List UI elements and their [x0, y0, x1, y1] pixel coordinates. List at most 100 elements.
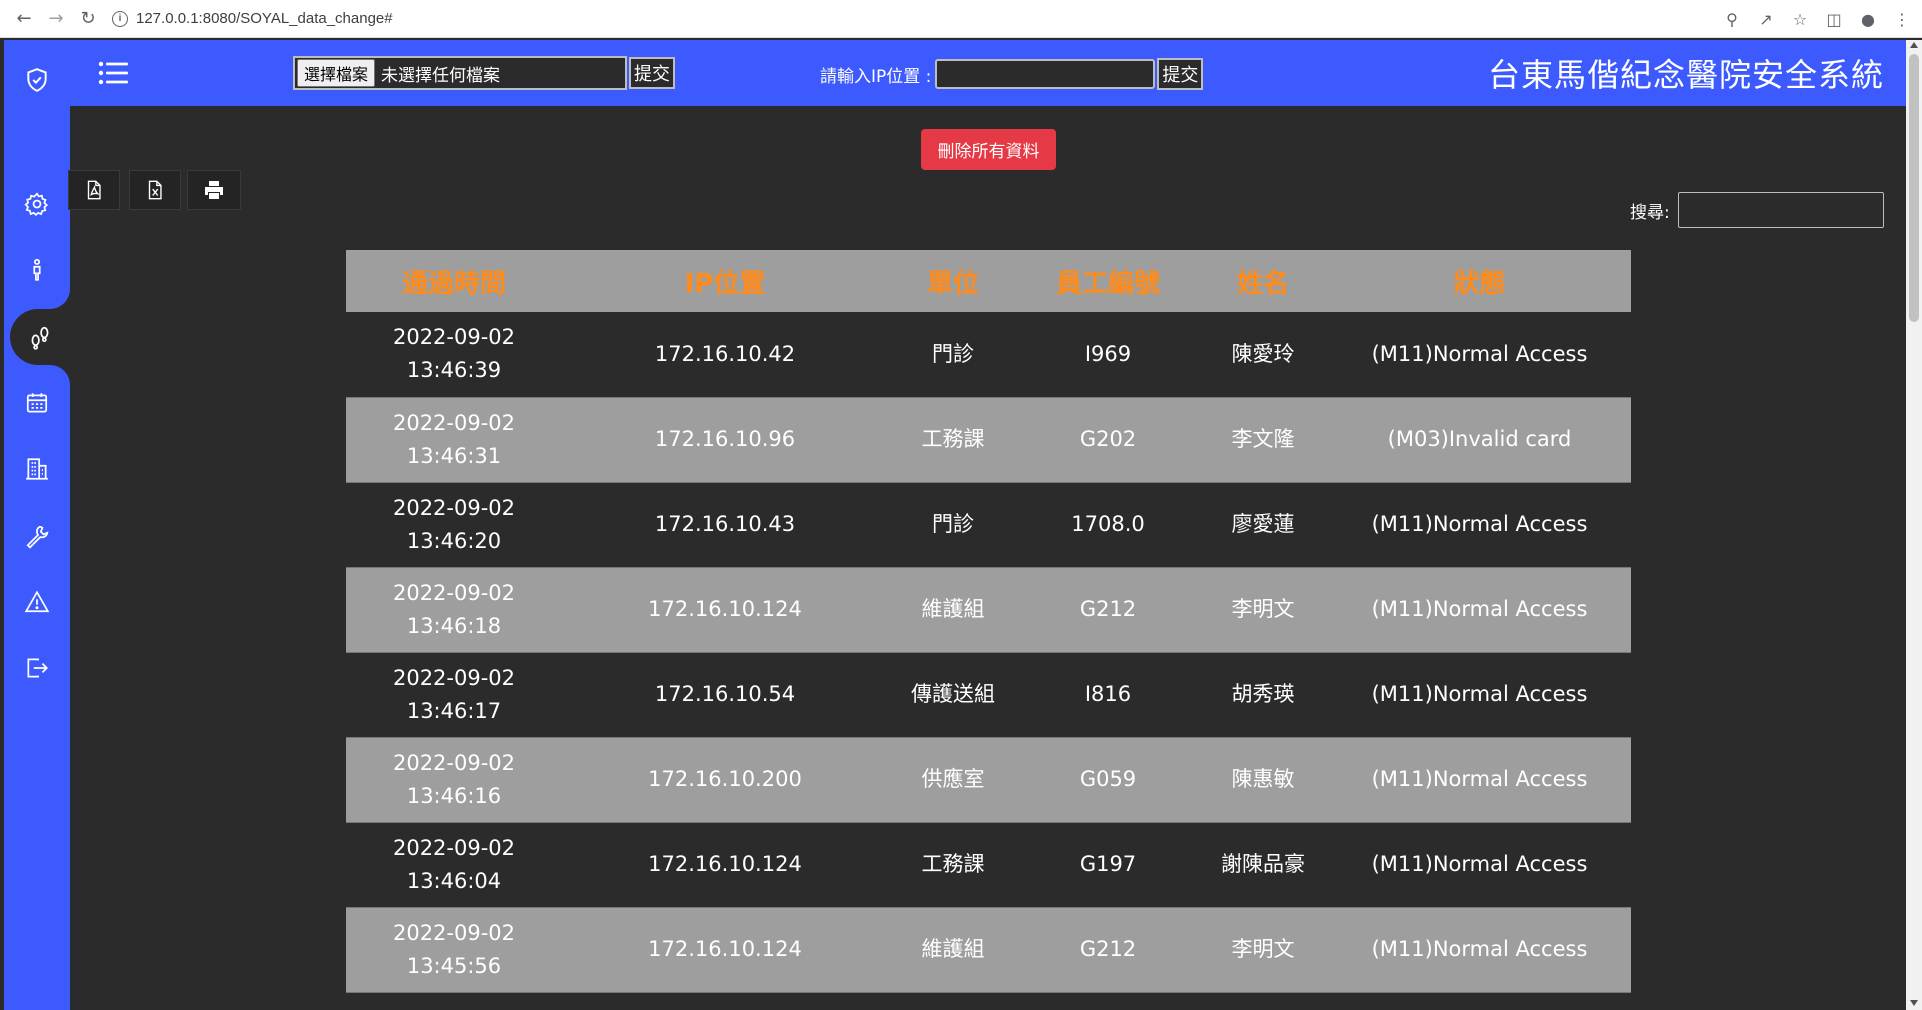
url-text[interactable]: 127.0.0.1:8080/SOYAL_data_change# — [136, 10, 393, 27]
cell-date: 2022-09-02 — [392, 325, 516, 350]
ip-input[interactable] — [935, 59, 1156, 89]
cell-name: 謝陳品豪 — [1198, 822, 1328, 908]
cell-name: 李明文 — [1198, 567, 1328, 653]
ip-submit-button[interactable]: 提交 — [1157, 58, 1204, 90]
table-row: 2022-09-02 13:46:18 172.16.10.124 維護組 G212 李明… — [346, 567, 1631, 653]
profile-avatar-icon[interactable]: ● — [1856, 5, 1880, 33]
cell-unit: 工務課 — [888, 822, 1018, 908]
cell-status: (M03)Invalid card — [1328, 397, 1631, 483]
cell-clock: 13:46:16 — [406, 783, 502, 808]
warning-icon[interactable] — [4, 574, 70, 630]
access-log-table: 通過時間 IP位置 單位 員工編號 姓名 狀態 2022-09-02 13:46:… — [346, 250, 1631, 993]
address-bar[interactable]: i 127.0.0.1:8080/SOYAL_data_change# — [112, 5, 393, 33]
page-scrollbar[interactable] — [1906, 40, 1922, 1010]
kebab-menu-icon[interactable]: ⋮ — [1890, 5, 1914, 33]
table-row: 2022-09-02 13:46:39 172.16.10.42 門診 I969 陳愛玲(… — [346, 312, 1631, 398]
cell-unit: 工務課 — [888, 397, 1018, 483]
search-label: 搜尋: — [1630, 203, 1670, 223]
cell-employee-id: I816 — [1018, 652, 1198, 738]
search-input[interactable] — [1678, 192, 1884, 228]
delete-all-button[interactable]: 刪除所有資料 — [921, 129, 1056, 170]
scroll-down-arrow-icon[interactable] — [1910, 1000, 1918, 1006]
building-icon[interactable] — [4, 441, 70, 497]
cell-ip: 172.16.10.42 — [562, 312, 888, 398]
cell-employee-id: G212 — [1018, 907, 1198, 993]
scroll-up-arrow-icon[interactable] — [1910, 42, 1918, 48]
cell-unit: 維護組 — [888, 907, 1018, 993]
cell-name: 李明文 — [1198, 907, 1328, 993]
cell-clock: 13:45:56 — [406, 953, 502, 978]
file-input[interactable]: 選擇檔案 未選擇任何檔案 — [293, 56, 627, 90]
cell-clock: 13:46:31 — [406, 443, 502, 468]
table-row: 2022-09-02 13:46:17 172.16.10.54 傳護送組 I816 胡秀… — [346, 652, 1631, 738]
cell-ip: 172.16.10.43 — [562, 482, 888, 568]
browser-toolbar: ← → ↻ i 127.0.0.1:8080/SOYAL_data_change… — [0, 0, 1922, 38]
forward-arrow-icon[interactable]: → — [42, 5, 70, 33]
ip-label: 請輸入IP位置 : — [820, 66, 932, 87]
print-icon[interactable] — [187, 170, 241, 210]
header-unit[interactable]: 單位 — [888, 250, 1018, 312]
table-body: 2022-09-02 13:46:39 172.16.10.42 門診 I969 陳愛玲(… — [346, 312, 1631, 993]
cell-employee-id: G197 — [1018, 822, 1198, 908]
file-status-text: 未選擇任何檔案 — [381, 65, 501, 86]
cell-date: 2022-09-02 — [392, 410, 516, 435]
site-info-icon[interactable]: i — [112, 10, 128, 27]
table-row: 2022-09-02 13:45:56 172.16.10.124 維護組 G212 李明… — [346, 907, 1631, 993]
star-icon[interactable]: ☆ — [1788, 5, 1812, 33]
cell-clock: 13:46:04 — [406, 868, 502, 893]
table-header-row: 通過時間 IP位置 單位 員工編號 姓名 狀態 — [346, 250, 1631, 312]
cell-name: 廖愛蓮 — [1198, 482, 1328, 568]
cell-unit: 門診 — [888, 482, 1018, 568]
cell-employee-id: I969 — [1018, 312, 1198, 398]
cell-ip: 172.16.10.124 — [562, 822, 888, 908]
cell-clock: 13:46:20 — [406, 528, 502, 553]
cell-name: 李文隆 — [1198, 397, 1328, 483]
file-upload-form: 選擇檔案 未選擇任何檔案 提交 — [293, 56, 675, 90]
cell-status: (M11)Normal Access — [1328, 822, 1631, 908]
calendar-icon[interactable] — [4, 375, 70, 431]
file-submit-button[interactable]: 提交 — [629, 57, 675, 89]
cell-ip: 172.16.10.200 — [562, 737, 888, 823]
header-name[interactable]: 姓名 — [1198, 250, 1328, 312]
zoom-icon[interactable]: ⚲ — [1720, 5, 1744, 33]
reload-icon[interactable]: ↻ — [74, 5, 102, 33]
cell-unit: 傳護送組 — [888, 652, 1018, 738]
cell-ip: 172.16.10.124 — [562, 907, 888, 993]
cell-status: (M11)Normal Access — [1328, 312, 1631, 398]
shield-logo-icon[interactable] — [4, 52, 70, 108]
header-time[interactable]: 通過時間 — [346, 250, 562, 312]
table-row: 2022-09-02 13:46:04 172.16.10.124 工務課 G197 謝陳… — [346, 822, 1631, 908]
cell-ip: 172.16.10.54 — [562, 652, 888, 738]
wrench-icon[interactable] — [4, 508, 70, 564]
cell-status: (M11)Normal Access — [1328, 652, 1631, 738]
cell-unit: 維護組 — [888, 567, 1018, 653]
cell-time: 2022-09-02 13:45:56 — [346, 907, 562, 993]
cell-date: 2022-09-02 — [392, 580, 516, 605]
share-icon[interactable]: ↗ — [1754, 5, 1778, 33]
export-pdf-icon[interactable] — [68, 170, 120, 210]
footprints-icon[interactable] — [10, 309, 70, 365]
cell-status: (M11)Normal Access — [1328, 737, 1631, 823]
header-employee-id[interactable]: 員工編號 — [1018, 250, 1198, 312]
gear-icon[interactable] — [4, 176, 70, 232]
cell-status: (M11)Normal Access — [1328, 567, 1631, 653]
choose-file-button[interactable]: 選擇檔案 — [297, 59, 376, 87]
cell-name: 胡秀瑛 — [1198, 652, 1328, 738]
cell-clock: 13:46:39 — [406, 358, 502, 383]
export-excel-icon[interactable] — [129, 170, 181, 210]
cell-date: 2022-09-02 — [392, 835, 516, 860]
header-ip[interactable]: IP位置 — [562, 250, 888, 312]
scrollbar-thumb[interactable] — [1909, 54, 1919, 322]
table-row: 2022-09-02 13:46:31 172.16.10.96 工務課 G202 李文隆… — [346, 397, 1631, 483]
cell-unit: 門診 — [888, 312, 1018, 398]
app-title: 台東馬偕紀念醫院安全系統 — [1487, 56, 1884, 94]
back-arrow-icon[interactable]: ← — [10, 5, 38, 33]
cell-clock: 13:46:18 — [406, 613, 502, 638]
cell-unit: 供應室 — [888, 737, 1018, 823]
side-panel-icon[interactable]: ◫ — [1822, 5, 1846, 33]
menu-toggle-icon[interactable] — [98, 60, 130, 86]
cell-employee-id: 1708.0 — [1018, 482, 1198, 568]
logout-icon[interactable] — [4, 640, 70, 696]
cell-name: 陳愛玲 — [1198, 312, 1328, 398]
header-status[interactable]: 狀態 — [1328, 250, 1631, 312]
